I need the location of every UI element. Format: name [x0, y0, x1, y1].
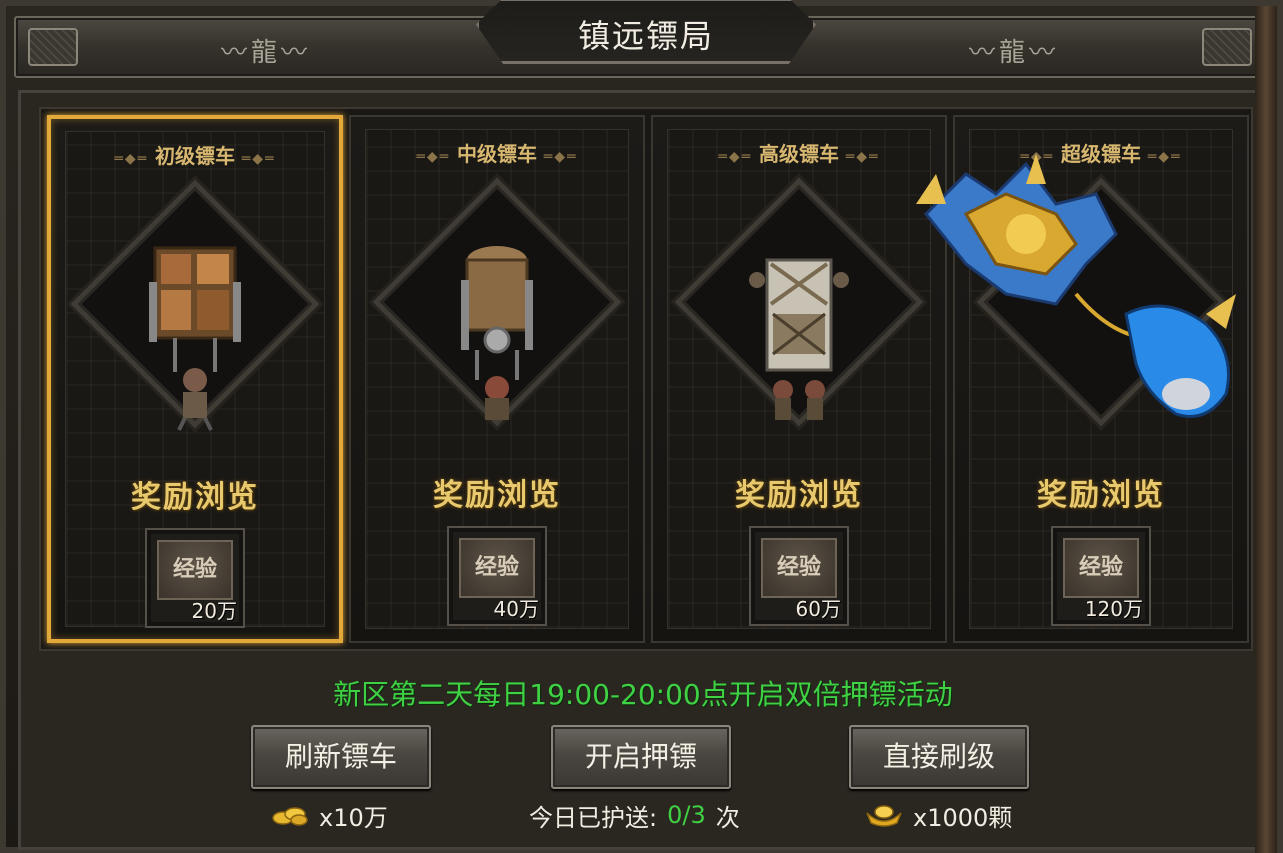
- escort-count-value: 0/3: [667, 801, 706, 829]
- cart-card-basic[interactable]: ═◆═ 初级镖车 ═◆═ 奖励浏览 经验 20万: [47, 115, 343, 643]
- dragon-ornament-icon: 〰龍〰: [968, 38, 1059, 68]
- refresh-cost: x10万: [271, 797, 388, 833]
- direct-cost: x1000颗: [865, 797, 1012, 833]
- background-edge: [1255, 6, 1277, 853]
- title-plaque: 镇远镖局: [476, 0, 816, 64]
- intermediate-cart-icon: [461, 246, 533, 420]
- reward-preview-label: 奖励浏览: [1037, 478, 1165, 513]
- super-cart-icon: [916, 154, 1236, 418]
- reward-slot[interactable]: 经验 20万: [145, 528, 245, 628]
- title-deco-icon: ═◆═: [235, 151, 276, 167]
- card-inner: ═◆═ 中级镖车 ═◆═ 奖励浏览 经验 40万: [365, 129, 629, 629]
- window-title: 镇远镖局: [577, 17, 714, 55]
- title-deco-icon: ═◆═: [416, 149, 457, 165]
- reward-preview-label: 奖励浏览: [131, 480, 259, 515]
- card-inner: ═◆═ 高级镖车 ═◆═ 奖励浏览 经验 60万: [667, 129, 931, 629]
- card-title: ═◆═ 高级镖车 ═◆═: [668, 138, 930, 167]
- card-inner: ═◆═ 初级镖车 ═◆═ 奖励浏览 经验 20万: [65, 131, 325, 628]
- card-title: ═◆═ 中级镖车 ═◆═: [366, 138, 628, 167]
- advanced-cart-icon: [749, 258, 849, 420]
- knot-ornament-icon: [28, 28, 78, 66]
- title-deco-icon: ═◆═: [718, 149, 759, 165]
- card-title: ═◆═ 初级镖车 ═◆═: [66, 140, 324, 169]
- reward-amount: 60万: [795, 597, 841, 621]
- card-name: 初级镖车: [155, 144, 235, 168]
- start-escort-button[interactable]: 开启押镖: [551, 725, 731, 789]
- reward-amount: 40万: [493, 597, 539, 621]
- gold-ingot-icon: [866, 805, 902, 827]
- title-deco-icon: ═◆═: [537, 149, 578, 165]
- reward-slot[interactable]: 经验 60万: [749, 526, 849, 626]
- refresh-cart-button[interactable]: 刷新镖车: [251, 725, 431, 789]
- title-deco-icon: ═◆═: [114, 151, 155, 167]
- exp-item-icon: 经验: [761, 538, 837, 598]
- title-deco-icon: ═◆═: [839, 149, 880, 165]
- escort-window: 〰龍〰 〰龍〰 镇远镖局 ═◆═ 初级镖车 ═◆═ 奖励浏览 经验 20万 ═◆…: [0, 0, 1283, 853]
- direct-upgrade-button[interactable]: 直接刷级: [849, 725, 1029, 789]
- knot-ornament-icon: [1202, 28, 1252, 66]
- reward-amount: 120万: [1084, 597, 1143, 621]
- reward-slot[interactable]: 经验 120万: [1051, 526, 1151, 626]
- exp-item-icon: 经验: [459, 538, 535, 598]
- exp-item-icon: 经验: [1063, 538, 1139, 598]
- escort-counter: 今日已护送: 0/3 次: [529, 797, 740, 833]
- card-name: 高级镖车: [759, 142, 839, 166]
- reward-preview-label: 奖励浏览: [433, 478, 561, 513]
- escort-suffix: 次: [715, 803, 740, 832]
- gold-coins-icon: [272, 807, 308, 826]
- refresh-cost-value: x10万: [319, 803, 388, 832]
- reward-preview-label: 奖励浏览: [735, 478, 863, 513]
- cart-card-intermediate[interactable]: ═◆═ 中级镖车 ═◆═ 奖励浏览 经验 40万: [349, 115, 645, 643]
- escort-prefix: 今日已护送:: [529, 803, 658, 832]
- double-escort-notice: 新区第二天每日19:00-20:00点开启双倍押镖活动: [333, 678, 953, 711]
- reward-amount: 20万: [191, 599, 237, 623]
- basic-cart-icon: [149, 246, 241, 431]
- card-name: 中级镖车: [457, 142, 537, 166]
- reward-slot[interactable]: 经验 40万: [447, 526, 547, 626]
- direct-cost-value: x1000颗: [913, 803, 1013, 832]
- dragon-ornament-icon: 〰龍〰: [220, 38, 311, 68]
- cart-card-advanced[interactable]: ═◆═ 高级镖车 ═◆═ 奖励浏览 经验 60万: [651, 115, 947, 643]
- exp-item-icon: 经验: [157, 540, 233, 600]
